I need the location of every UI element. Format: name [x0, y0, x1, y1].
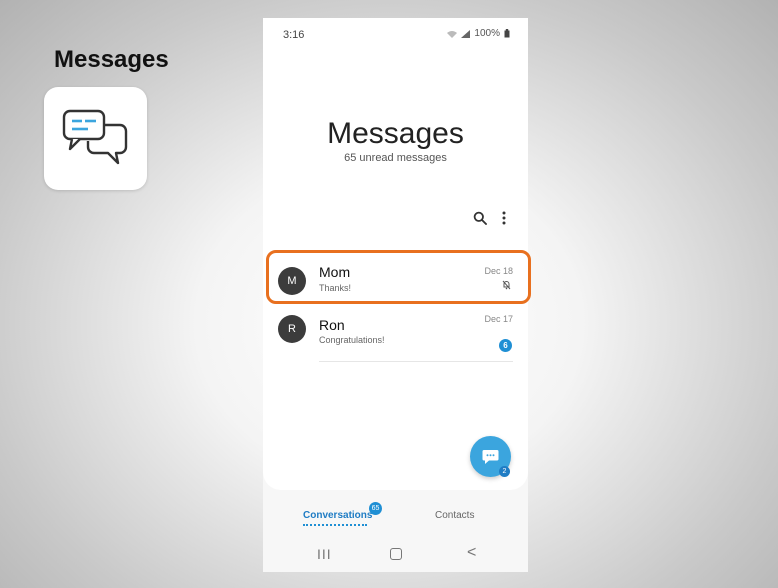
messages-app-tile [44, 87, 147, 190]
list-divider [319, 361, 513, 362]
highlight-outline [266, 250, 531, 304]
tab-selected-indicator [303, 524, 367, 526]
tab-contacts[interactable]: Contacts [435, 510, 474, 521]
battery-icon [504, 29, 510, 38]
message-date: Dec 17 [484, 314, 513, 324]
more-options-icon[interactable] [501, 210, 507, 226]
home-button[interactable] [390, 548, 402, 560]
system-nav-bar: III < [263, 540, 528, 572]
bottom-tab-bar: Conversations 65 Contacts [263, 490, 528, 540]
unread-count-text: 65 unread messages [344, 152, 447, 164]
app-title: Messages [327, 117, 464, 150]
message-snippet: Congratulations! [319, 335, 385, 345]
conversation-item-ron[interactable]: R Ron Congratulations! Dec 17 6 [263, 313, 528, 367]
signal-icon [461, 29, 471, 38]
fab-badge: 2 [499, 466, 510, 477]
back-button[interactable]: < [467, 544, 476, 562]
tab-conversations[interactable]: Conversations [303, 510, 372, 521]
tab-conversations-badge: 65 [369, 502, 382, 515]
unread-badge: 6 [499, 339, 512, 352]
recent-apps-button[interactable]: III [317, 546, 332, 562]
battery-percent: 100% [474, 28, 500, 39]
avatar: R [278, 315, 306, 343]
chat-bubbles-icon [62, 109, 128, 165]
new-message-icon [482, 450, 499, 464]
search-icon[interactable] [473, 211, 487, 225]
status-time: 3:16 [283, 29, 305, 41]
contact-name: Ron [319, 317, 345, 333]
status-icons: 100% [447, 28, 510, 39]
lesson-title: Messages [54, 46, 169, 73]
wifi-icon [447, 30, 458, 38]
